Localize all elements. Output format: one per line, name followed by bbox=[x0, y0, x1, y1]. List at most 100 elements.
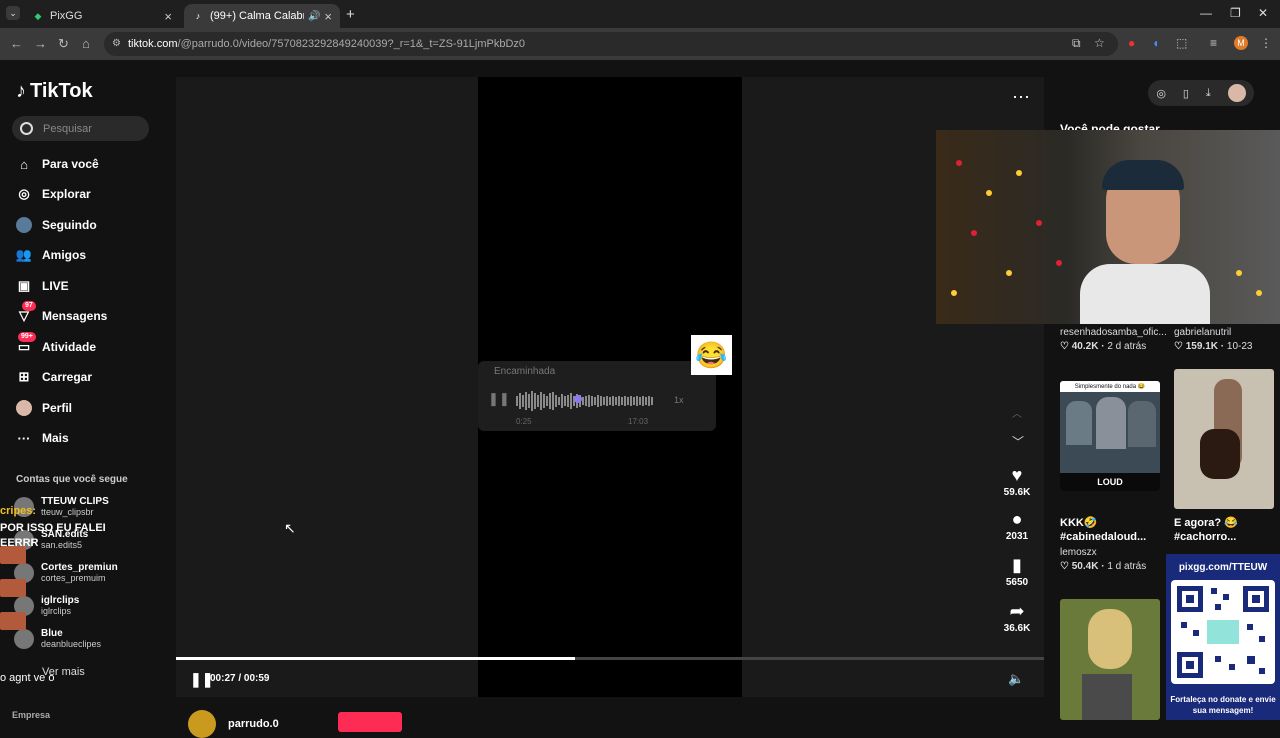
card-likes: 159.1K bbox=[1185, 341, 1218, 352]
tiktok-logo[interactable]: ♪ TikTok bbox=[16, 80, 93, 103]
next-video-icon[interactable]: ﹀ bbox=[1012, 433, 1024, 450]
account-name: iglrclips bbox=[41, 595, 80, 606]
search-input[interactable] bbox=[41, 121, 145, 136]
sidebar-item-label: LIVE bbox=[42, 279, 69, 293]
account-name: Blue bbox=[41, 628, 63, 639]
card-age: 10-23 bbox=[1226, 341, 1253, 352]
sidebar-item-label: Explorar bbox=[42, 187, 91, 201]
sidebar-item-para-voce[interactable]: ⌂ Para você bbox=[16, 151, 99, 177]
video-card[interactable]: KKK🤣 #cabinedaloud... lemoszx ♡ 50.4K · … bbox=[1060, 516, 1146, 572]
sidebar-item-perfil[interactable]: Perfil bbox=[16, 395, 72, 421]
account-handle: deanblueclipes bbox=[41, 639, 102, 649]
video-player[interactable]: Encaminhada ❚❚ 1x 0:25 17:03 😂 ⋯ ︿ ﹀ ♥ 59… bbox=[176, 77, 1044, 697]
avatar bbox=[188, 710, 216, 738]
profile-avatar[interactable] bbox=[1227, 84, 1246, 102]
media-control-icon[interactable]: ≡ bbox=[1210, 36, 1217, 50]
account-handle: iglrclips bbox=[41, 606, 72, 616]
video-card[interactable]: E agora? 😂 #cachorro... bbox=[1174, 516, 1238, 543]
forward-icon[interactable]: → bbox=[34, 36, 47, 51]
speaker-icon[interactable]: 🔊 bbox=[308, 11, 320, 22]
cast-icon[interactable]: ⧉ bbox=[1072, 36, 1081, 51]
top-right-toolbar: ◎ ▯ ⤓ bbox=[1148, 80, 1254, 106]
card-likes: 50.4K bbox=[1071, 561, 1099, 572]
sidebar-item-mensagens[interactable]: ▽ 97 Mensagens bbox=[16, 301, 107, 329]
comment-button[interactable]: ● 2031 bbox=[996, 509, 1038, 542]
home-button-icon[interactable]: ⌂ bbox=[82, 36, 90, 51]
thumb-caption: Simplesmente do nada 😂 bbox=[1060, 381, 1160, 392]
share-button[interactable]: ➦ 36.6K bbox=[996, 601, 1038, 634]
site-info-icon[interactable]: ⚙ bbox=[112, 38, 121, 49]
footer-empresa-link[interactable]: Empresa bbox=[12, 710, 50, 720]
tab-tiktok[interactable]: ♪ (99+) Calma Calabreso: Men 🔊 × bbox=[184, 4, 340, 28]
card-caption: E agora? 😂 bbox=[1174, 517, 1238, 529]
account-item[interactable]: Cortes_premiun cortes_premuim bbox=[14, 562, 118, 584]
coins-icon[interactable]: ◎ bbox=[1156, 87, 1166, 100]
close-tab-icon[interactable]: × bbox=[164, 9, 172, 24]
bookmark-button[interactable]: ▮ 5650 bbox=[996, 555, 1038, 588]
tiktok-page: ♪ TikTok ⌂ Para você ◎ Explorar Seguindo 👥… bbox=[0, 60, 1280, 738]
reload-icon[interactable]: ↻ bbox=[58, 36, 69, 52]
url-field[interactable]: ⚙ tiktok.com/@parrudo.0/video/7570823292… bbox=[104, 32, 1118, 56]
card-caption: KKK🤣 bbox=[1060, 517, 1098, 529]
audio-total: 17:03 bbox=[628, 417, 649, 426]
like-button[interactable]: ♥ 59.6K bbox=[996, 465, 1038, 498]
video-thumbnail[interactable]: Simplesmente do nada 😂 LOUD bbox=[1060, 381, 1160, 491]
tab-search-icon[interactable]: ⌄ bbox=[6, 6, 20, 20]
browser-profile-avatar[interactable]: M bbox=[1234, 36, 1248, 50]
author-row[interactable]: parrudo.0 bbox=[188, 710, 279, 738]
audio-extension-icon[interactable]: ◖ bbox=[1152, 36, 1159, 50]
sidebar-item-atividade[interactable]: ▭ 99+ Atividade bbox=[16, 332, 97, 360]
sidebar-item-label: Amigos bbox=[42, 248, 87, 262]
sidebar-item-explorar[interactable]: ◎ Explorar bbox=[16, 181, 91, 207]
follow-button[interactable] bbox=[338, 712, 402, 732]
more-icon: ··· bbox=[17, 430, 31, 446]
sidebar-item-live[interactable]: ▣ LIVE bbox=[16, 273, 69, 299]
sidebar-item-mais[interactable]: ··· Mais bbox=[16, 425, 69, 451]
restore-icon[interactable]: ❐ bbox=[1230, 6, 1241, 20]
sidebar-item-label: Perfil bbox=[42, 401, 73, 415]
browser-menu-icon[interactable]: ⋮ bbox=[1260, 36, 1272, 50]
thumb-brand: LOUD bbox=[1060, 473, 1160, 491]
account-handle: cortes_premuim bbox=[41, 573, 106, 583]
close-tab-icon[interactable]: × bbox=[324, 9, 332, 24]
close-window-icon[interactable]: ✕ bbox=[1258, 6, 1268, 20]
sidebar-item-carregar[interactable]: ⊞ Carregar bbox=[16, 364, 92, 390]
previous-video-icon[interactable]: ︿ bbox=[1012, 405, 1022, 420]
minimize-icon[interactable]: — bbox=[1200, 6, 1212, 20]
record-extension-icon[interactable]: ● bbox=[1128, 36, 1135, 50]
volume-icon[interactable]: 🔈 bbox=[1008, 671, 1024, 687]
search-box[interactable] bbox=[12, 116, 149, 141]
back-icon[interactable]: ← bbox=[10, 36, 23, 51]
live-icon: ▣ bbox=[17, 278, 31, 293]
account-handle: san.edits5 bbox=[41, 540, 83, 550]
card-user: resenhadosamba_ofic... bbox=[1060, 327, 1167, 338]
more-options-icon[interactable]: ⋯ bbox=[1012, 87, 1031, 108]
tab-pixgg[interactable]: ◆ PixGG × bbox=[24, 4, 180, 28]
tiktok-note-icon: ♪ bbox=[16, 80, 26, 102]
pix-url: pixgg.com/TTEUW bbox=[1178, 562, 1268, 573]
video-card[interactable]: gabrielanutril ♡ 159.1K · 10-23 bbox=[1174, 327, 1252, 352]
video-thumbnail[interactable] bbox=[1174, 369, 1274, 509]
phone-icon[interactable]: ▯ bbox=[1183, 87, 1189, 100]
heart-icon: ♡ bbox=[1060, 561, 1072, 572]
sidebar-item-amigos[interactable]: 👥 Amigos bbox=[16, 242, 86, 268]
audio-waveform bbox=[516, 391, 653, 411]
bookmark-star-icon[interactable]: ☆ bbox=[1094, 36, 1105, 50]
upload-icon: ⊞ bbox=[18, 369, 30, 384]
messages-icon: ▽ 97 bbox=[16, 301, 36, 324]
account-handle: tteuw_clipsbr bbox=[41, 507, 94, 517]
following-avatar-icon bbox=[16, 217, 32, 233]
card-user: gabrielanutril bbox=[1174, 327, 1232, 338]
extensions-icon[interactable]: ⬚ bbox=[1176, 36, 1187, 50]
sidebar-item-seguindo[interactable]: Seguindo bbox=[16, 212, 97, 238]
new-tab-button[interactable]: + bbox=[346, 6, 355, 23]
heart-icon: ♥ bbox=[1011, 465, 1023, 485]
sidebar-item-label: Atividade bbox=[42, 340, 97, 354]
video-progress-bar[interactable] bbox=[176, 657, 1044, 660]
sidebar-item-label: Para você bbox=[42, 157, 99, 171]
bookmark-count: 5650 bbox=[1005, 577, 1029, 588]
browser-tab-bar: ⌄ ◆ PixGG × ♪ (99+) Calma Calabreso: Men… bbox=[0, 0, 1280, 28]
download-icon[interactable]: ⤓ bbox=[1206, 87, 1211, 100]
audio-card-title: Encaminhada bbox=[494, 366, 556, 377]
video-card[interactable]: resenhadosamba_ofic... ♡ 40.2K · 2 d atr… bbox=[1060, 327, 1167, 352]
